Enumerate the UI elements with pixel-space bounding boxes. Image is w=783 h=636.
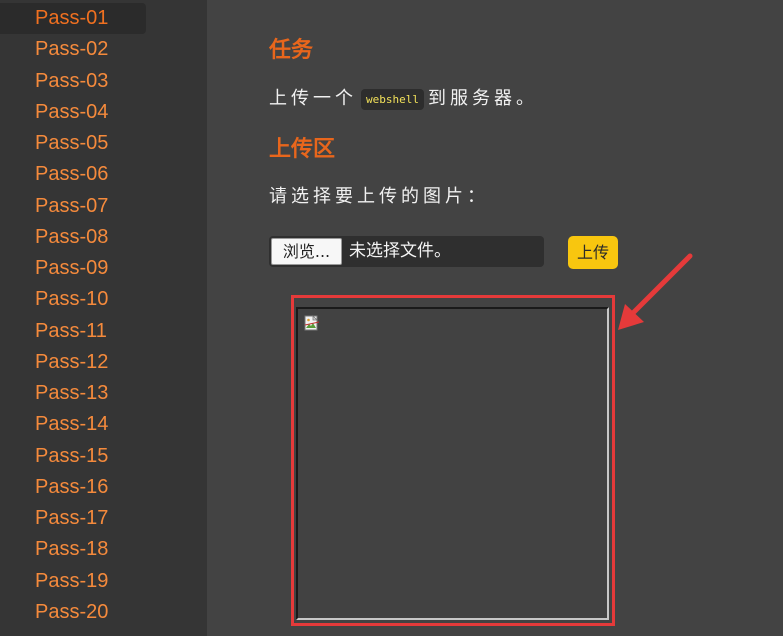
file-input[interactable]: 浏览... 未选择文件。 [269,236,544,267]
red-arrow-icon [618,253,693,330]
task-description: 上传一个 webshell 到服务器。 [269,84,538,110]
sidebar-item-pass-05[interactable]: Pass-05 [0,128,146,159]
task-text-after: 到服务器。 [427,88,538,109]
sidebar-item-pass-07[interactable]: Pass-07 [0,191,146,222]
sidebar-item-pass-01[interactable]: Pass-01 [0,3,146,34]
image-preview [296,307,609,620]
sidebar-item-pass-13[interactable]: Pass-13 [0,378,146,409]
file-status-text: 未选择文件。 [349,241,451,261]
browse-button[interactable]: 浏览... [271,238,342,265]
sidebar-item-pass-18[interactable]: Pass-18 [0,534,146,565]
sidebar: Pass-01 Pass-02 Pass-03 Pass-04 Pass-05 Pass-… [0,0,207,636]
main-content: 任务 上传一个 webshell 到服务器。 上传区 请选择要上传的图片： 浏览..… [207,0,783,636]
task-heading: 任务 [269,37,314,62]
webshell-code: webshell [361,88,424,110]
sidebar-item-pass-14[interactable]: Pass-14 [0,409,146,440]
sidebar-item-pass-02[interactable]: Pass-02 [0,34,146,65]
sidebar-item-pass-09[interactable]: Pass-09 [0,253,146,284]
sidebar-item-pass-12[interactable]: Pass-12 [0,347,146,378]
sidebar-item-pass-06[interactable]: Pass-06 [0,159,146,190]
sidebar-item-pass-08[interactable]: Pass-08 [0,222,146,253]
sidebar-item-pass-04[interactable]: Pass-04 [0,97,146,128]
sidebar-item-pass-20[interactable]: Pass-20 [0,597,146,628]
preview-highlight-box [291,295,615,626]
upload-heading: 上传区 [269,136,336,161]
sidebar-item-pass-17[interactable]: Pass-17 [0,503,146,534]
sidebar-item-pass-16[interactable]: Pass-16 [0,472,146,503]
task-text-before: 上传一个 [269,88,357,109]
sidebar-item-pass-15[interactable]: Pass-15 [0,441,146,472]
sidebar-item-pass-11[interactable]: Pass-11 [0,316,146,347]
sidebar-item-pass-10[interactable]: Pass-10 [0,284,146,315]
broken-image-icon [304,315,320,331]
upload-prompt: 请选择要上传的图片： [269,186,489,207]
upload-submit-button[interactable]: 上传 [568,236,618,269]
sidebar-item-pass-03[interactable]: Pass-03 [0,66,146,97]
sidebar-item-pass-19[interactable]: Pass-19 [0,566,146,597]
